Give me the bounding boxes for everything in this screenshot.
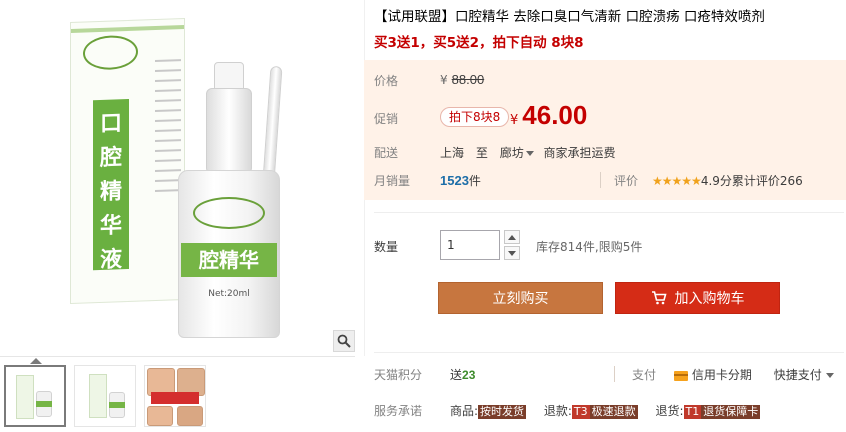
stock-info: 库存814件,限购5件	[536, 240, 643, 254]
box-band	[71, 25, 184, 33]
chevron-down-icon	[525, 151, 534, 156]
shipping-fee-note: 商家承担运费	[543, 146, 616, 160]
service-panel: 天猫积分 送23 支付 信用卡分期 快捷支付 服务承诺 商品: 按时发货 退款: T…	[364, 356, 846, 432]
chevron-down-icon	[508, 250, 516, 256]
cart-icon	[651, 291, 667, 305]
thumb-banner	[151, 392, 199, 404]
monthly-sales-label: 月销量	[374, 174, 411, 188]
spray-bottle: 腔精华 Net:20ml	[178, 170, 280, 338]
payment-label: 支付	[632, 368, 657, 382]
service-items: 商品: 按时发货 退款: T3 极速退款 退货: T1 退货保障卡	[450, 402, 774, 419]
add-to-cart-button[interactable]: 加入购物车	[615, 282, 780, 314]
credit-card-icon	[673, 370, 688, 381]
bottle-volume: Net:20ml	[208, 289, 250, 299]
section-divider	[374, 212, 844, 213]
product-title: 【试用联盟】口腔精华 去除口臭口气清新 口腔溃疡 口疮特效喷剂	[374, 9, 765, 25]
points-divider	[614, 366, 615, 382]
payment-options: 支付 信用卡分期 快捷支付	[632, 366, 834, 383]
shipping-label: 配送	[374, 146, 399, 160]
service-row: 服务承诺 商品: 按时发货 退款: T3 极速退款 退货: T1 退货保障卡	[374, 402, 846, 419]
bottle-logo	[193, 197, 265, 229]
points-row: 天猫积分 送23 支付 信用卡分期 快捷支付	[374, 366, 846, 383]
quantity-label: 数量	[374, 240, 399, 254]
promotion-tag: 拍下8块8	[440, 107, 510, 127]
ship-from: 上海	[440, 146, 465, 160]
bottle-neck	[206, 88, 252, 174]
add-to-cart-label: 加入购物车	[674, 291, 745, 307]
monthly-sales: 1523件	[440, 173, 481, 188]
service-label: 服务承诺	[374, 404, 423, 418]
promotion-label: 促销	[374, 112, 399, 126]
thumbnail-strip	[0, 356, 355, 432]
star-icon: ★★★★★	[652, 174, 702, 188]
ship-destination-select[interactable]: 廊坊	[500, 146, 540, 160]
sale-price: ¥46.00	[510, 100, 588, 130]
promo-line: 买3送1，买5送2，拍下自动 8块8	[374, 35, 584, 51]
quantity-input[interactable]	[440, 230, 500, 260]
product-box: 口腔精华液	[70, 17, 185, 305]
sales-row: 月销量 1523件 评价 ★★★★★4.9分累计评价266	[364, 170, 846, 200]
brand-logo	[83, 34, 138, 71]
points-value: 送23	[450, 368, 476, 382]
quantity-decrease-button[interactable]	[504, 246, 520, 260]
chevron-down-icon	[825, 373, 834, 378]
shipping-info: 上海 至 廊坊 商家承担运费	[440, 144, 624, 161]
section-divider-2	[374, 352, 844, 353]
quantity-increase-button[interactable]	[504, 230, 520, 244]
price-panel: 价格 ¥88.00 促销 拍下8块8 ¥46.00 配送 上海 至 廊坊 商家承…	[364, 60, 846, 200]
thumbnail-1[interactable]	[4, 365, 66, 427]
buy-now-button[interactable]: 立刻购买	[438, 282, 603, 314]
service-return[interactable]: 退货: T1 退货保障卡	[655, 404, 761, 419]
ship-to-word: 至	[475, 146, 488, 160]
chevron-up-icon	[508, 234, 516, 240]
zoom-button[interactable]	[333, 330, 355, 352]
original-price: ¥88.00	[440, 72, 485, 87]
main-product-image[interactable]: 口腔精华液 腔精华 Net:20ml	[0, 0, 355, 352]
bottle-band: 腔精华	[181, 243, 277, 277]
points-label: 天猫积分	[374, 368, 423, 382]
thumbnail-3[interactable]	[144, 365, 206, 427]
service-goods[interactable]: 商品: 按时发货	[450, 404, 527, 419]
fast-pay-dropdown[interactable]: 快捷支付	[774, 368, 834, 382]
service-refund[interactable]: 退款: T3 极速退款	[544, 404, 638, 419]
sales-divider	[600, 172, 601, 188]
box-seal-text: 口腔精华液	[99, 111, 122, 273]
magnifier-icon	[337, 334, 351, 348]
active-thumb-indicator	[30, 358, 42, 364]
thumbnail-2[interactable]	[74, 365, 136, 427]
buy-now-label: 立刻购买	[492, 291, 549, 307]
rating-link[interactable]: 评价 ★★★★★4.9分累计评价266	[614, 172, 803, 189]
credit-installment-link[interactable]: 信用卡分期	[673, 368, 752, 382]
price-label: 价格	[374, 74, 399, 88]
